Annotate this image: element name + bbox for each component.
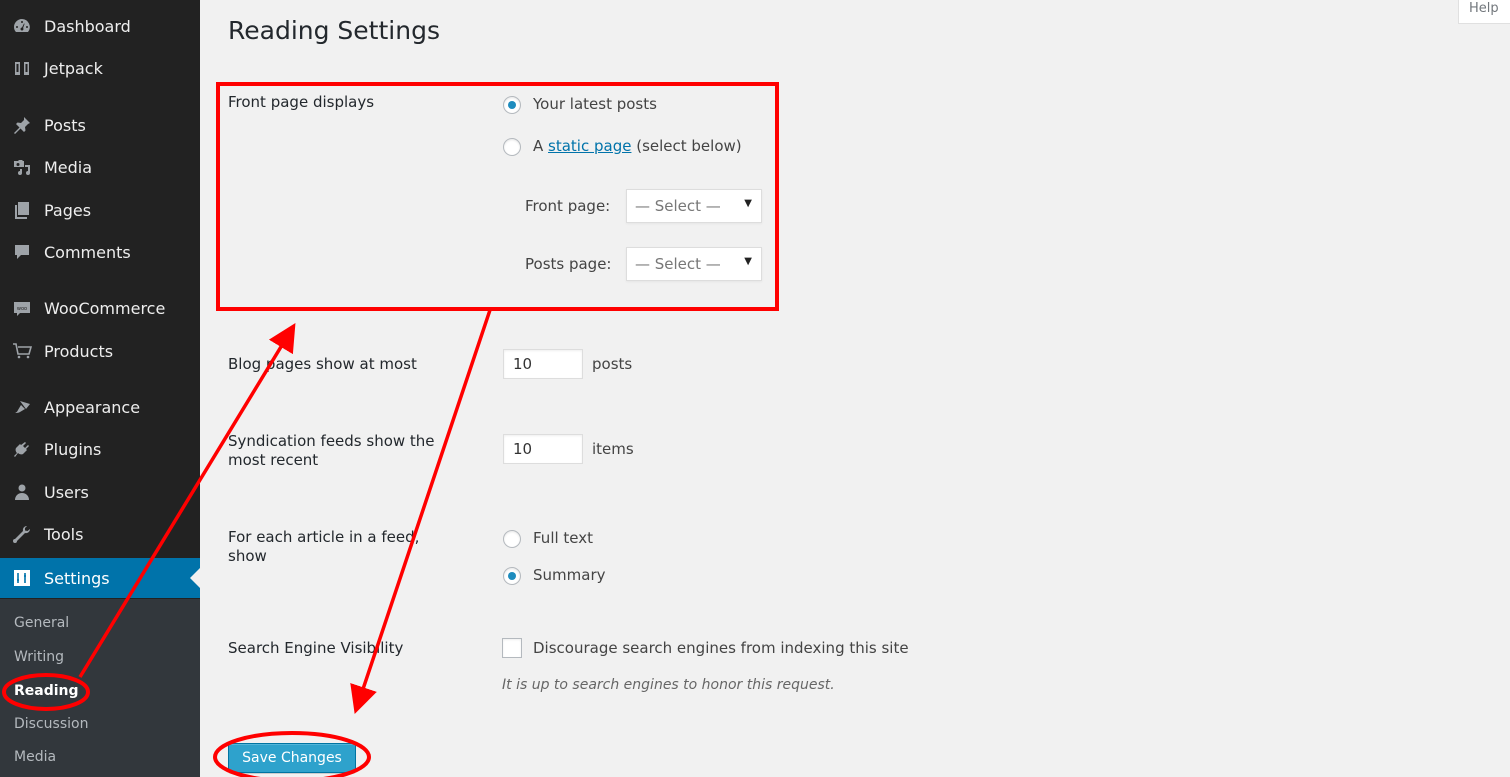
sidebar-item-label: Posts (44, 115, 86, 135)
annotation-overlay (2, 82, 779, 777)
dashboard-icon (11, 15, 33, 37)
posts-page-select-value: — Select — (635, 255, 721, 273)
sidebar-item-label: Settings (44, 568, 110, 588)
submenu-item-media[interactable]: Media (14, 749, 56, 765)
brush-icon (11, 396, 33, 418)
sidebar-item-label: Jetpack (44, 58, 103, 78)
sidebar-item-users[interactable]: Users (0, 474, 200, 510)
syndication-input[interactable] (503, 434, 583, 464)
sidebar-item-label: Users (44, 482, 89, 502)
feed-article-label-line2: show (228, 547, 267, 565)
wrench-icon (11, 523, 33, 545)
posts-page-select[interactable]: — Select — ▼ (626, 247, 762, 281)
settings-icon (11, 567, 33, 589)
full-text-radio[interactable] (503, 530, 521, 548)
chevron-down-icon: ▼ (744, 198, 752, 209)
sidebar-item-label: Media (44, 157, 93, 177)
front-page-select-value: — Select — (635, 197, 721, 215)
search-visibility-hint: It is up to search engines to honor this… (502, 677, 835, 693)
sidebar-item-tools[interactable]: Tools (0, 516, 200, 552)
sidebar-item-comments[interactable]: Comments (0, 234, 200, 270)
cart-icon (11, 340, 33, 362)
static-page-prefix: A (533, 137, 549, 155)
blog-pages-unit: posts (592, 355, 633, 373)
front-page-select[interactable]: — Select — ▼ (626, 189, 762, 223)
sidebar-item-woocommerce[interactable]: woo WooCommerce (0, 290, 200, 326)
search-visibility-label: Search Engine Visibility (228, 639, 404, 657)
front-page-displays-label: Front page displays (228, 93, 375, 111)
static-page-option: A static page (select below) (533, 137, 742, 156)
page-title: Reading Settings (228, 16, 440, 45)
sidebar-item-label: Dashboard (44, 16, 131, 36)
syndication-unit: items (592, 440, 634, 458)
static-page-radio[interactable] (503, 138, 521, 156)
feed-article-label-line1: For each article in a feed, (228, 528, 420, 546)
pin-icon (11, 114, 33, 136)
posts-page-select-label: Posts page: (525, 255, 612, 273)
summary-radio[interactable] (503, 567, 521, 585)
svg-text:woo: woo (17, 306, 27, 312)
user-icon (11, 481, 33, 503)
full-text-label: Full text (533, 529, 594, 547)
chevron-down-icon: ▼ (744, 256, 752, 267)
submenu-item-discussion[interactable]: Discussion (14, 716, 88, 732)
sidebar-item-label: Plugins (44, 439, 102, 459)
static-page-link[interactable]: static page (548, 137, 631, 155)
feed-article-label: For each article in a feed, show (228, 528, 419, 566)
submenu-item-general[interactable]: General (14, 615, 69, 631)
pages-icon (11, 199, 33, 221)
sidebar-item-label: Products (44, 341, 114, 361)
blog-pages-input[interactable] (503, 349, 583, 379)
syndication-label-line2: most recent (228, 451, 319, 469)
sidebar-item-posts[interactable]: Posts (0, 107, 200, 143)
latest-posts-label: Your latest posts (533, 95, 657, 113)
sidebar-item-label: Pages (44, 200, 92, 220)
sidebar-item-pages[interactable]: Pages (0, 192, 200, 228)
admin-sidebar: Dashboard Jetpack Posts Media Pages Comm… (0, 0, 200, 777)
sidebar-item-label: Tools (44, 524, 84, 544)
blog-pages-label: Blog pages show at most (228, 355, 417, 373)
jetpack-icon (11, 57, 33, 79)
discourage-search-label: Discourage search engines from indexing … (533, 639, 909, 657)
submenu-item-writing[interactable]: Writing (14, 649, 64, 665)
summary-label: Summary (533, 566, 606, 584)
latest-posts-radio[interactable] (503, 96, 521, 114)
sidebar-item-dashboard[interactable]: Dashboard (0, 8, 200, 44)
discourage-search-checkbox[interactable] (502, 638, 522, 658)
sidebar-item-jetpack[interactable]: Jetpack (0, 50, 200, 86)
sidebar-item-products[interactable]: Products (0, 333, 200, 369)
submenu-item-reading[interactable]: Reading (14, 683, 79, 699)
comment-icon (11, 241, 33, 263)
sidebar-item-media[interactable]: Media (0, 149, 200, 185)
static-page-suffix: (select below) (631, 137, 742, 155)
sidebar-item-label: WooCommerce (44, 298, 166, 318)
sidebar-item-label: Appearance (44, 397, 141, 417)
sidebar-item-label: Comments (44, 242, 131, 262)
syndication-label-line1: Syndication feeds show the (228, 432, 435, 450)
sidebar-item-appearance[interactable]: Appearance (0, 389, 200, 425)
woocommerce-icon: woo (11, 297, 33, 319)
sidebar-item-plugins[interactable]: Plugins (0, 431, 200, 467)
media-icon (11, 156, 33, 178)
plug-icon (11, 438, 33, 460)
front-page-select-label: Front page: (525, 197, 611, 215)
settings-submenu: General Writing Reading Discussion Media (0, 599, 200, 777)
save-changes-button[interactable]: Save Changes (228, 743, 356, 773)
help-tab[interactable]: Help (1458, 0, 1510, 24)
sidebar-item-settings[interactable]: Settings (0, 558, 200, 598)
syndication-label: Syndication feeds show the most recent (228, 432, 435, 470)
